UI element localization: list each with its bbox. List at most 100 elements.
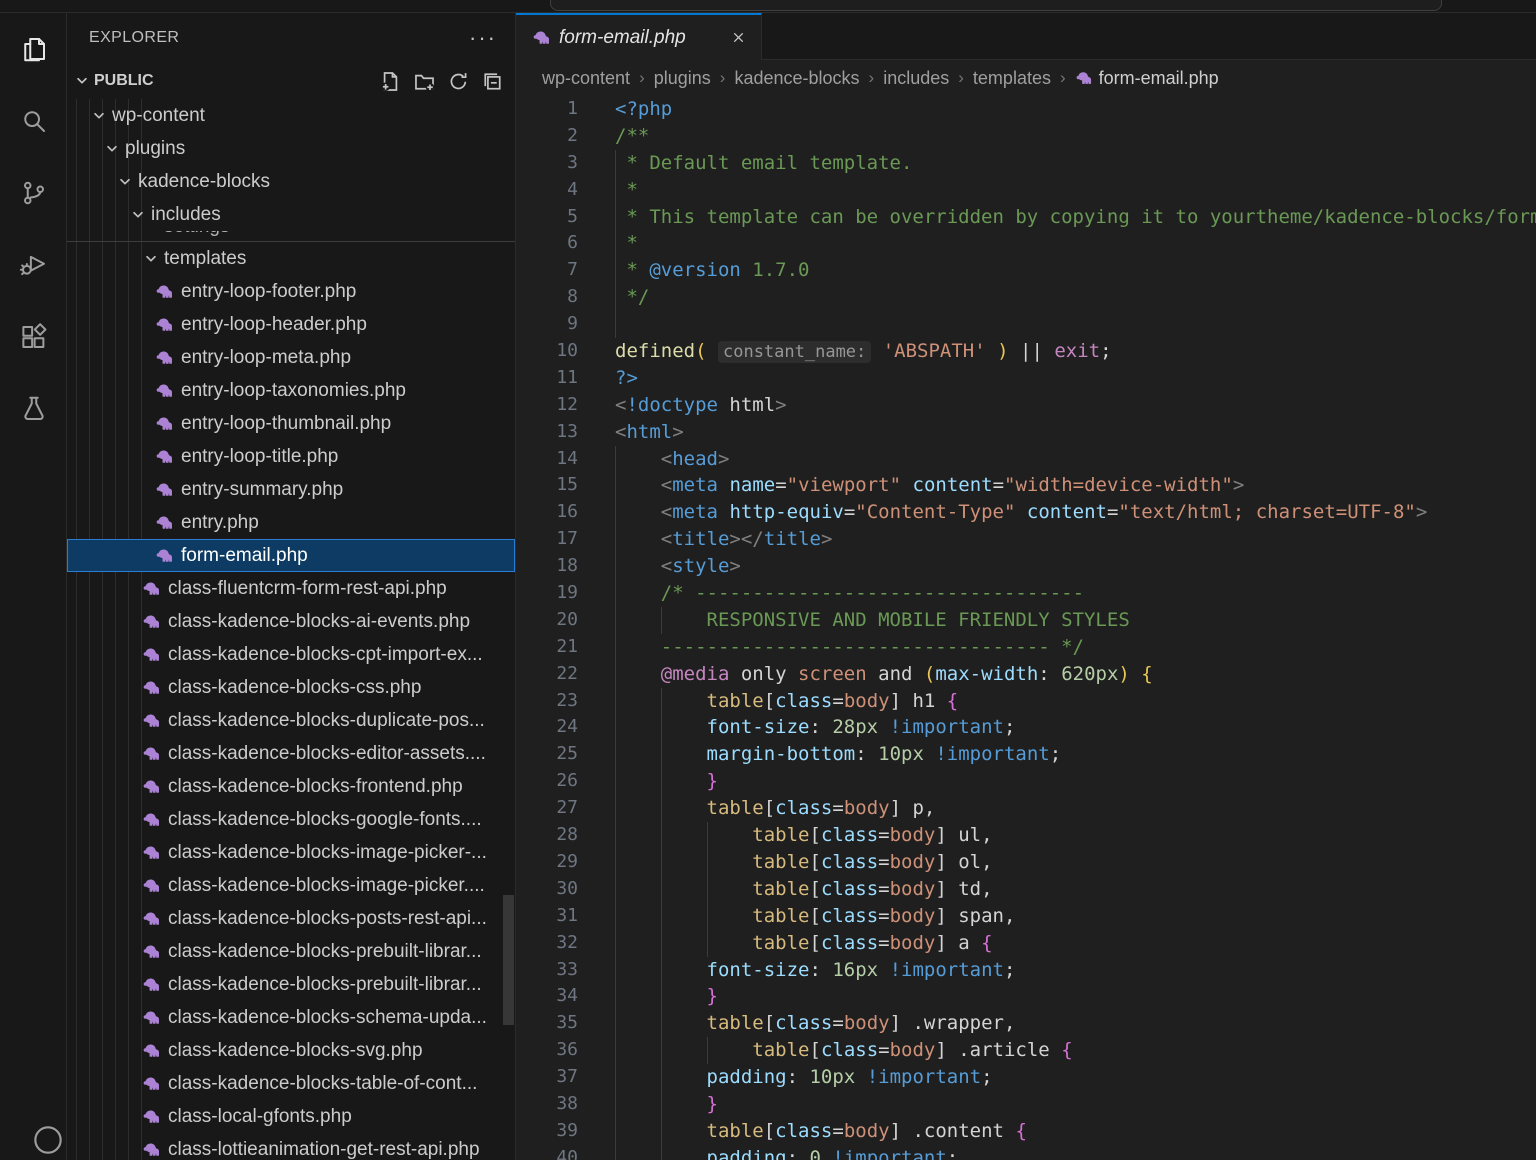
tree-item-file-class-kadence-blocks-table-of-cont-[interactable]: class-kadence-blocks-table-of-cont... xyxy=(67,1067,515,1100)
refresh-icon[interactable] xyxy=(448,71,469,92)
tree-item-file-form-email-php[interactable]: form-email.php xyxy=(67,539,515,572)
line-number[interactable]: 26 xyxy=(516,768,578,795)
tree-item-file-entry-loop-taxonomies-php[interactable]: entry-loop-taxonomies.php xyxy=(67,374,515,407)
code-line-31[interactable]: 31 table[class=body] span, xyxy=(516,903,1536,930)
testing-icon[interactable] xyxy=(0,373,67,445)
code-line-15[interactable]: 15 <meta name="viewport" content="width=… xyxy=(516,472,1536,499)
tree-item-folder-wp-content[interactable]: wp-content xyxy=(67,99,515,132)
line-number[interactable]: 21 xyxy=(516,634,578,661)
line-number[interactable]: 1 xyxy=(516,96,578,123)
line-number[interactable]: 8 xyxy=(516,284,578,311)
tree-item-file-entry-loop-meta-php[interactable]: entry-loop-meta.php xyxy=(67,341,515,374)
line-number[interactable]: 23 xyxy=(516,688,578,715)
code-line-29[interactable]: 29 table[class=body] ol, xyxy=(516,849,1536,876)
explorer-icon[interactable] xyxy=(0,13,67,85)
line-number[interactable]: 32 xyxy=(516,930,578,957)
line-number[interactable]: 35 xyxy=(516,1010,578,1037)
code-line-38[interactable]: 38 } xyxy=(516,1091,1536,1118)
code-line-26[interactable]: 26 } xyxy=(516,768,1536,795)
run-debug-icon[interactable] xyxy=(0,229,67,301)
line-number[interactable]: 31 xyxy=(516,903,578,930)
tab-form-email[interactable]: form-email.php xyxy=(516,13,762,60)
line-number[interactable]: 10 xyxy=(516,338,578,365)
section-header-public[interactable]: PUBLIC xyxy=(67,63,515,99)
code-line-40[interactable]: 40 padding: 0 !important; xyxy=(516,1145,1536,1160)
code-line-36[interactable]: 36 table[class=body] .article { xyxy=(516,1037,1536,1064)
line-number[interactable]: 12 xyxy=(516,392,578,419)
tree-item-file-entry-php[interactable]: entry.php xyxy=(67,506,515,539)
tree-item-file-class-kadence-blocks-ai-events-php[interactable]: class-kadence-blocks-ai-events.php xyxy=(67,605,515,638)
tree-item-file-entry-loop-footer-php[interactable]: entry-loop-footer.php xyxy=(67,275,515,308)
code-line-24[interactable]: 24 font-size: 28px !important; xyxy=(516,714,1536,741)
tree-item-file-class-kadence-blocks-editor-assets-[interactable]: class-kadence-blocks-editor-assets.... xyxy=(67,737,515,770)
tree-item-file-class-kadence-blocks-cpt-import-ex-[interactable]: class-kadence-blocks-cpt-import-ex... xyxy=(67,638,515,671)
line-number[interactable]: 34 xyxy=(516,983,578,1010)
line-number[interactable]: 3 xyxy=(516,150,578,177)
code-line-20[interactable]: 20 RESPONSIVE AND MOBILE FRIENDLY STYLES xyxy=(516,607,1536,634)
line-number[interactable]: 15 xyxy=(516,472,578,499)
tree-item-file-class-lottieanimation-get-rest-api-php[interactable]: class-lottieanimation-get-rest-api.php xyxy=(67,1133,515,1160)
tree-item-folder-includes[interactable]: includes xyxy=(67,198,515,231)
extensions-icon[interactable] xyxy=(0,301,67,373)
breadcrumb-item-wp-content[interactable]: wp-content xyxy=(542,68,630,89)
breadcrumb-item-plugins[interactable]: plugins xyxy=(654,68,711,89)
line-number[interactable]: 20 xyxy=(516,607,578,634)
code-line-12[interactable]: 12<!doctype html> xyxy=(516,392,1536,419)
line-number[interactable]: 13 xyxy=(516,419,578,446)
code-line-25[interactable]: 25 margin-bottom: 10px !important; xyxy=(516,741,1536,768)
code-line-17[interactable]: 17 <title></title> xyxy=(516,526,1536,553)
code-line-3[interactable]: 3 * Default email template. xyxy=(516,150,1536,177)
code-line-13[interactable]: 13<html> xyxy=(516,419,1536,446)
code-line-32[interactable]: 32 table[class=body] a { xyxy=(516,930,1536,957)
tree-item-folder-kadence-blocks[interactable]: kadence-blocks xyxy=(67,165,515,198)
line-number[interactable]: 11 xyxy=(516,365,578,392)
tree-item-file-class-kadence-blocks-posts-rest-api-[interactable]: class-kadence-blocks-posts-rest-api... xyxy=(67,902,515,935)
tree-item-folder-templates[interactable]: templates xyxy=(67,242,515,275)
code-line-34[interactable]: 34 } xyxy=(516,983,1536,1010)
line-number[interactable]: 27 xyxy=(516,795,578,822)
line-number[interactable]: 28 xyxy=(516,822,578,849)
code-line-16[interactable]: 16 <meta http-equiv="Content-Type" conte… xyxy=(516,499,1536,526)
tree-item-file-class-kadence-blocks-schema-upda-[interactable]: class-kadence-blocks-schema-upda... xyxy=(67,1001,515,1034)
code-line-37[interactable]: 37 padding: 10px !important; xyxy=(516,1064,1536,1091)
tree-item-file-class-kadence-blocks-frontend-php[interactable]: class-kadence-blocks-frontend.php xyxy=(67,770,515,803)
tree-item-file-class-kadence-blocks-prebuilt-librar-[interactable]: class-kadence-blocks-prebuilt-librar... xyxy=(67,935,515,968)
code-line-28[interactable]: 28 table[class=body] ul, xyxy=(516,822,1536,849)
code-line-11[interactable]: 11?> xyxy=(516,365,1536,392)
line-number[interactable]: 25 xyxy=(516,741,578,768)
code-line-39[interactable]: 39 table[class=body] .content { xyxy=(516,1118,1536,1145)
code-line-19[interactable]: 19 /* ---------------------------------- xyxy=(516,580,1536,607)
code-line-35[interactable]: 35 table[class=body] .wrapper, xyxy=(516,1010,1536,1037)
code-line-2[interactable]: 2/** xyxy=(516,123,1536,150)
tree-item-file-entry-loop-title-php[interactable]: entry-loop-title.php xyxy=(67,440,515,473)
code-line-6[interactable]: 6 * xyxy=(516,230,1536,257)
close-icon[interactable] xyxy=(727,27,749,49)
line-number[interactable]: 39 xyxy=(516,1118,578,1145)
tree-item-file-class-kadence-blocks-svg-php[interactable]: class-kadence-blocks-svg.php xyxy=(67,1034,515,1067)
code-line-5[interactable]: 5 * This template can be overridden by c… xyxy=(516,204,1536,231)
breadcrumb-item-includes[interactable]: includes xyxy=(883,68,949,89)
breadcrumb-item-file[interactable]: form-email.php xyxy=(1075,68,1219,89)
tree-item-folder-settings[interactable]: settings xyxy=(67,231,515,242)
breadcrumb-item-kadence-blocks[interactable]: kadence-blocks xyxy=(734,68,859,89)
line-number[interactable]: 7 xyxy=(516,257,578,284)
account-icon[interactable] xyxy=(14,1104,67,1160)
line-number[interactable]: 37 xyxy=(516,1064,578,1091)
code-line-33[interactable]: 33 font-size: 16px !important; xyxy=(516,957,1536,984)
new-folder-icon[interactable] xyxy=(414,71,435,92)
line-number[interactable]: 16 xyxy=(516,499,578,526)
line-number[interactable]: 17 xyxy=(516,526,578,553)
code-line-23[interactable]: 23 table[class=body] h1 { xyxy=(516,688,1536,715)
code-line-22[interactable]: 22 @media only screen and (max-width: 62… xyxy=(516,661,1536,688)
line-number[interactable]: 33 xyxy=(516,957,578,984)
code-line-14[interactable]: 14 <head> xyxy=(516,446,1536,473)
tree-item-file-class-kadence-blocks-image-picker-[interactable]: class-kadence-blocks-image-picker-... xyxy=(67,836,515,869)
more-actions-icon[interactable]: ··· xyxy=(469,33,497,43)
tree-item-folder-plugins[interactable]: plugins xyxy=(67,132,515,165)
code-area[interactable]: 1<?php2/**3 * Default email template.4 *… xyxy=(516,96,1536,1160)
sidebar-scrollbar[interactable] xyxy=(503,895,514,1025)
code-line-18[interactable]: 18 <style> xyxy=(516,553,1536,580)
code-line-7[interactable]: 7 * @version 1.7.0 xyxy=(516,257,1536,284)
tree-item-file-entry-loop-thumbnail-php[interactable]: entry-loop-thumbnail.php xyxy=(67,407,515,440)
line-number[interactable]: 4 xyxy=(516,177,578,204)
